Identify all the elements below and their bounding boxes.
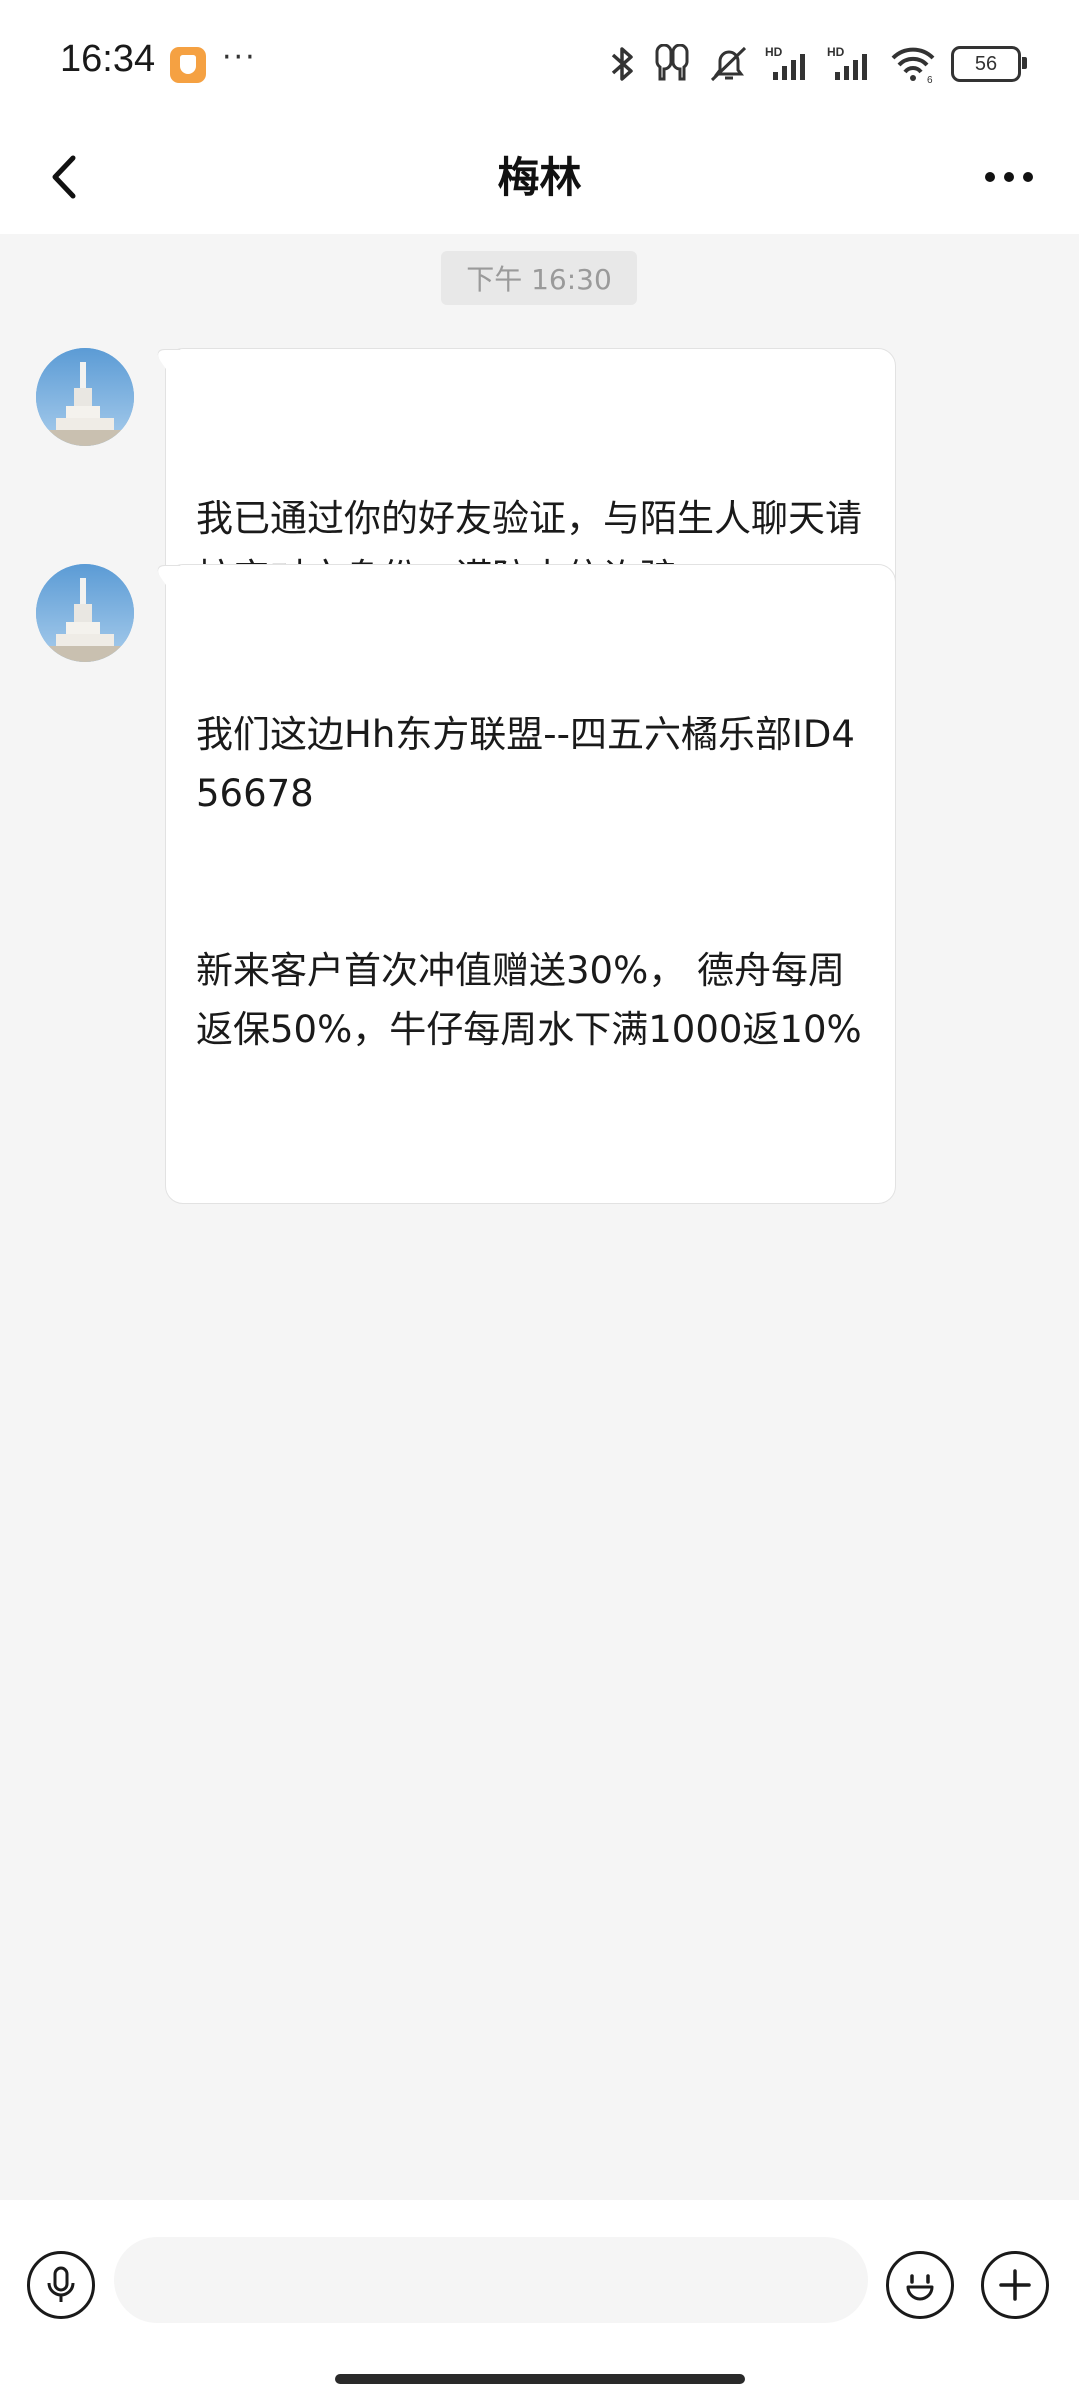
bluetooth-icon [611, 47, 633, 81]
avatar-image [36, 348, 134, 446]
message-timestamp: 下午 16:30 [441, 251, 637, 305]
home-indicator[interactable] [335, 2374, 745, 2384]
earbuds-icon [655, 44, 689, 81]
emoji-button[interactable] [886, 2251, 954, 2319]
microphone-icon [47, 2266, 75, 2302]
plus-icon [999, 2269, 1031, 2301]
mute-bell-icon [710, 46, 747, 82]
chat-header: 梅林 [0, 120, 1079, 234]
message-bubble[interactable]: 我们这边Hh东方联盟--四五六橘乐部ID456678 新来客户首次冲值赠送30%… [165, 564, 896, 1204]
message-text: 我们这边Hh东方联盟--四五六橘乐部ID456678 [196, 713, 855, 815]
smiley-icon [906, 2274, 934, 2301]
status-time: 16:34 [60, 38, 156, 80]
signal-hd-icon: HD [827, 45, 867, 80]
svg-text:6: 6 [927, 75, 933, 84]
app-notification-icon [170, 47, 206, 83]
status-bar: 16:34 ··· HD HD 6 56 [0, 0, 1079, 120]
chat-title: 梅林 [497, 153, 582, 202]
svg-text:HD: HD [765, 45, 783, 59]
more-horizontal-icon [985, 172, 1033, 182]
contact-avatar[interactable] [36, 564, 134, 662]
message-text: 新来客户首次冲值赠送30%， 德舟每周返保50%，牛仔每周水下满1000返10% [196, 949, 862, 1051]
battery-level: 56 [974, 52, 998, 75]
avatar-image [36, 564, 134, 662]
message-input-bar [0, 2200, 1079, 2400]
message-input[interactable] [114, 2237, 868, 2323]
more-options-button[interactable] [969, 142, 1049, 212]
status-more-indicator: ··· [222, 40, 257, 75]
contact-avatar[interactable] [36, 348, 134, 446]
status-icons: HD HD 6 56 [607, 42, 1027, 86]
svg-text:HD: HD [827, 45, 845, 59]
battery-icon: 56 [951, 46, 1027, 82]
wifi-icon: 6 [891, 47, 935, 84]
message-list[interactable]: 下午 16:30 我已通过你的好友验证，与陌生人聊天请核实对方身份，谨防电信诈骗… [0, 234, 1079, 2200]
add-attachment-button[interactable] [981, 2251, 1049, 2319]
signal-hd-icon: HD [765, 45, 805, 80]
voice-input-button[interactable] [27, 2251, 95, 2319]
